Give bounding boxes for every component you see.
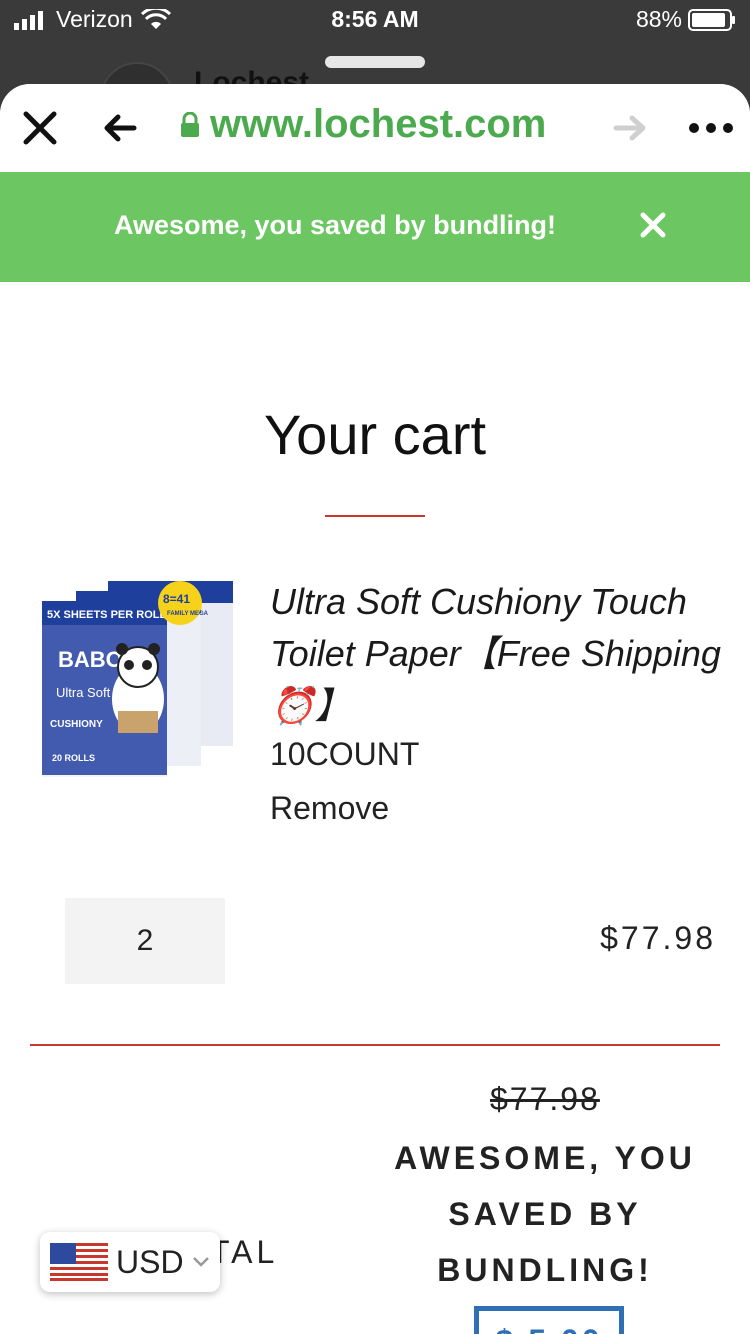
currency-selector[interactable]: USD xyxy=(40,1232,220,1292)
browser-nav-bar: www.lochest.com xyxy=(0,84,750,172)
svg-text:CUSHIONY: CUSHIONY xyxy=(50,719,103,730)
banner-message: Awesome, you saved by bundling! xyxy=(113,210,557,240)
product-image[interactable]: 5X SHEETS PER ROLL BABO Ultra Soft CUSHI… xyxy=(38,579,238,779)
url-bar[interactable]: www.lochest.com xyxy=(180,102,546,147)
summary-divider xyxy=(30,1044,720,1046)
close-icon[interactable] xyxy=(22,110,58,146)
back-arrow-icon[interactable] xyxy=(102,110,138,146)
battery-icon xyxy=(688,8,735,31)
svg-text:20 ROLLS: 20 ROLLS xyxy=(52,753,95,763)
original-price: $77.98 xyxy=(490,1081,600,1117)
status-right: 88% xyxy=(636,6,736,33)
forward-arrow-icon[interactable] xyxy=(612,112,648,144)
banner-close-icon[interactable] xyxy=(640,212,666,243)
more-options-icon[interactable] xyxy=(688,122,734,134)
status-bar: Verizon 8:56 AM 88% xyxy=(0,0,750,42)
cart-title: Your cart xyxy=(263,403,487,466)
line-price: $77.98 xyxy=(600,920,716,956)
product-variant: 10COUNT xyxy=(270,736,420,772)
battery-percent: 88% xyxy=(635,6,682,32)
subtotal-label: TAL xyxy=(210,1234,279,1270)
currency-code: USD xyxy=(116,1243,184,1280)
sheet-grabber[interactable] xyxy=(325,56,425,68)
svg-text:8=41: 8=41 xyxy=(163,592,190,606)
svg-text:FAMILY MEGA: FAMILY MEGA xyxy=(167,611,209,617)
discount-price-box: $ 5.00 xyxy=(474,1306,624,1334)
remove-link[interactable]: Remove xyxy=(270,790,389,827)
quantity-input[interactable]: 2 xyxy=(65,898,225,984)
svg-text:Ultra Soft: Ultra Soft xyxy=(56,685,111,700)
chevron-down-icon xyxy=(192,1257,209,1267)
title-divider xyxy=(325,515,425,517)
svg-text:BABO: BABO xyxy=(58,647,123,672)
product-title-link[interactable]: Ultra Soft Cushiony Touch Toilet Paper【F… xyxy=(270,576,730,732)
savings-banner: Awesome, you saved by bundling! xyxy=(0,172,750,282)
us-flag-icon xyxy=(50,1243,108,1281)
saved-message: AWESOME, YOU SAVED BY BUNDLING! xyxy=(394,1140,696,1288)
url-text: www.lochest.com xyxy=(210,102,547,146)
lock-icon xyxy=(181,111,199,137)
browser-sheet: www.lochest.com Awesome, you saved by bu… xyxy=(0,84,750,1334)
svg-text:5X SHEETS PER ROLL: 5X SHEETS PER ROLL xyxy=(47,609,166,621)
